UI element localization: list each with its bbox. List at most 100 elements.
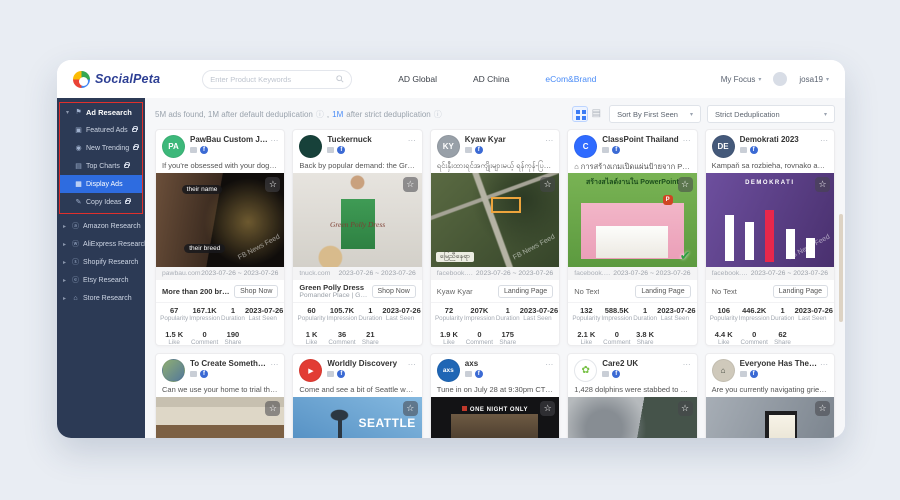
search-input[interactable]: [210, 75, 336, 84]
advertiser-avatar[interactable]: ▶: [299, 359, 322, 382]
sidebar-item-aliexpress-research[interactable]: ▸ ⓦ AliExpress Research: [57, 235, 145, 253]
ad-image[interactable]: สร้างสไลด์งานใน PowerPoint P ✔ ☆: [568, 173, 696, 267]
more-options-icon[interactable]: ⋯: [683, 360, 691, 369]
my-focus-menu[interactable]: My Focus ▾: [721, 75, 762, 84]
more-options-icon[interactable]: ⋯: [408, 136, 416, 145]
main-content: 5M ads found, 1M after default deduplica…: [145, 98, 845, 438]
shop-now-button[interactable]: Shop Now: [234, 285, 278, 298]
socialpeta-logo[interactable]: SocialPeta: [73, 71, 160, 88]
favorite-star-icon[interactable]: ☆: [403, 401, 418, 416]
advertiser-avatar[interactable]: axs: [437, 359, 460, 382]
sidebar-item-ad-research[interactable]: ▾ ⚑ Ad Research: [60, 103, 142, 121]
sidebar-item-new-trending[interactable]: ◉ New Trending: [60, 139, 142, 157]
ad-image[interactable]: DEMOKRATI FB News Feed ☆: [706, 173, 834, 267]
nav-ad-china[interactable]: AD China: [473, 74, 509, 84]
ad-image[interactable]: SEATTLE WASHINGTON ☆: [293, 397, 421, 438]
sidebar-item-store-research[interactable]: ▸ ⌂ Store Research: [57, 289, 145, 307]
search-icon[interactable]: [336, 75, 344, 83]
ad-image[interactable]: မြေညီနေရာ FB News Feed ☆: [431, 173, 559, 267]
advertiser-name[interactable]: PawBau Custom Jewelry: [190, 135, 268, 144]
favorite-star-icon[interactable]: ☆: [815, 401, 830, 416]
more-options-icon[interactable]: ⋯: [820, 360, 828, 369]
ad-domain[interactable]: facebook.com/10...: [437, 270, 476, 277]
favorite-star-icon[interactable]: ☆: [265, 401, 280, 416]
ad-domain[interactable]: tnuck.com: [299, 270, 330, 277]
account-menu[interactable]: josa19 ▾: [799, 75, 829, 84]
ad-image[interactable]: ☆: [156, 397, 284, 438]
advertiser-avatar[interactable]: C: [574, 135, 597, 158]
sidebar-item-featured-ads[interactable]: ▣ Featured Ads: [60, 121, 142, 139]
info-icon[interactable]: ⓘ: [434, 109, 442, 120]
info-icon[interactable]: ⓘ: [316, 109, 324, 120]
advertiser-avatar[interactable]: [299, 135, 322, 158]
more-options-icon[interactable]: ⋯: [820, 136, 828, 145]
nav-ad-global[interactable]: AD Global: [398, 74, 437, 84]
sidebar-item-display-ads[interactable]: ▦ Display Ads: [60, 175, 142, 193]
sort-dropdown[interactable]: Sort By First Seen ▾: [609, 105, 701, 123]
ad-card: DE Demokrati 2023 f ⋯ Kampaň sa rozbieha…: [705, 129, 835, 346]
product-title: No Text: [712, 287, 737, 296]
landing-page-button[interactable]: Landing Page: [635, 285, 690, 298]
ad-date-range: 2023-07-26 ~ 2023-07-26: [476, 270, 553, 277]
more-options-icon[interactable]: ⋯: [270, 360, 278, 369]
advertiser-avatar[interactable]: PA: [162, 135, 185, 158]
more-options-icon[interactable]: ⋯: [270, 136, 278, 145]
advertiser-name[interactable]: Worldly Discovery: [327, 359, 397, 368]
grid-view-icon[interactable]: [572, 106, 588, 122]
landing-page-button[interactable]: Landing Page: [773, 285, 828, 298]
chevron-right-icon: ▸: [63, 259, 69, 266]
favorite-star-icon[interactable]: ☆: [265, 177, 280, 192]
sidebar-item-shopify-research[interactable]: ▸ ⓢ Shopify Research: [57, 253, 145, 271]
dedup-dropdown[interactable]: Strict Deduplication ▾: [707, 105, 835, 123]
user-avatar[interactable]: [773, 72, 787, 86]
ad-image[interactable]: ☆: [568, 397, 696, 438]
more-options-icon[interactable]: ⋯: [545, 360, 553, 369]
ad-domain[interactable]: pawbau.com: [162, 270, 201, 277]
product-title: Green Polly Dress: [299, 283, 367, 292]
advertiser-avatar[interactable]: KY: [437, 135, 460, 158]
advertiser-name[interactable]: Demokrati 2023: [740, 135, 799, 144]
advertiser-name[interactable]: axs: [465, 359, 483, 368]
strict-count-link[interactable]: 1M: [332, 110, 343, 119]
advertiser-avatar[interactable]: ⌂: [712, 359, 735, 382]
favorite-star-icon[interactable]: ☆: [815, 177, 830, 192]
charts-icon: ▤: [74, 162, 83, 170]
list-view-icon[interactable]: ▤: [592, 109, 601, 119]
shop-now-button[interactable]: Shop Now: [372, 285, 416, 298]
ad-image[interactable]: ONE NIGHT ONLY ☆: [431, 397, 559, 438]
impression-value: 446.2K: [738, 306, 771, 315]
favorite-star-icon[interactable]: ☆: [678, 401, 693, 416]
comment-label: Comment: [601, 339, 634, 346]
ad-domain[interactable]: facebook.com/10...: [712, 270, 751, 277]
advertiser-avatar[interactable]: [162, 359, 185, 382]
advertiser-name[interactable]: Kyaw Kyar: [465, 135, 506, 144]
advertiser-name[interactable]: Care2 UK: [602, 359, 638, 368]
like-label: Like: [572, 339, 600, 346]
advertiser-name[interactable]: ClassPoint Thailand: [602, 135, 678, 144]
ad-image[interactable]: Green Polly Dress ☆: [293, 173, 421, 267]
powerpoint-logo: P: [663, 195, 673, 205]
sidebar-item-amazon-research[interactable]: ▸ ⓐ Amazon Research: [57, 217, 145, 235]
advertiser-name[interactable]: Tuckernuck: [327, 135, 371, 144]
landing-page-button[interactable]: Landing Page: [498, 285, 553, 298]
favorite-star-icon[interactable]: ☆: [540, 401, 555, 416]
favorite-star-icon[interactable]: ☆: [540, 177, 555, 192]
ad-image[interactable]: ☆: [706, 397, 834, 438]
sidebar-item-top-charts[interactable]: ▤ Top Charts: [60, 157, 142, 175]
advertiser-avatar[interactable]: DE: [712, 135, 735, 158]
more-options-icon[interactable]: ⋯: [683, 136, 691, 145]
advertiser-avatar[interactable]: ✿: [574, 359, 597, 382]
favorite-star-icon[interactable]: ☆: [678, 177, 693, 192]
more-options-icon[interactable]: ⋯: [408, 360, 416, 369]
advertiser-name[interactable]: Everyone Has The Freedom To...: [740, 359, 818, 368]
ad-domain[interactable]: facebook.com/11...: [574, 270, 613, 277]
favorite-star-icon[interactable]: ☆: [403, 177, 418, 192]
advertiser-name[interactable]: To Create Something Exceptio...: [190, 359, 268, 368]
ad-image[interactable]: their name their breed FB News Feed ☆: [156, 173, 284, 267]
sidebar-item-copy-ideas[interactable]: ✎ Copy Ideas: [60, 193, 142, 211]
impression-label: Impression: [601, 315, 634, 322]
more-options-icon[interactable]: ⋯: [545, 136, 553, 145]
scrollbar-thumb[interactable]: [839, 214, 843, 322]
sidebar-item-etsy-research[interactable]: ▸ ⓔ Etsy Research: [57, 271, 145, 289]
nav-ecom-brand[interactable]: eCom&Brand: [545, 74, 596, 84]
